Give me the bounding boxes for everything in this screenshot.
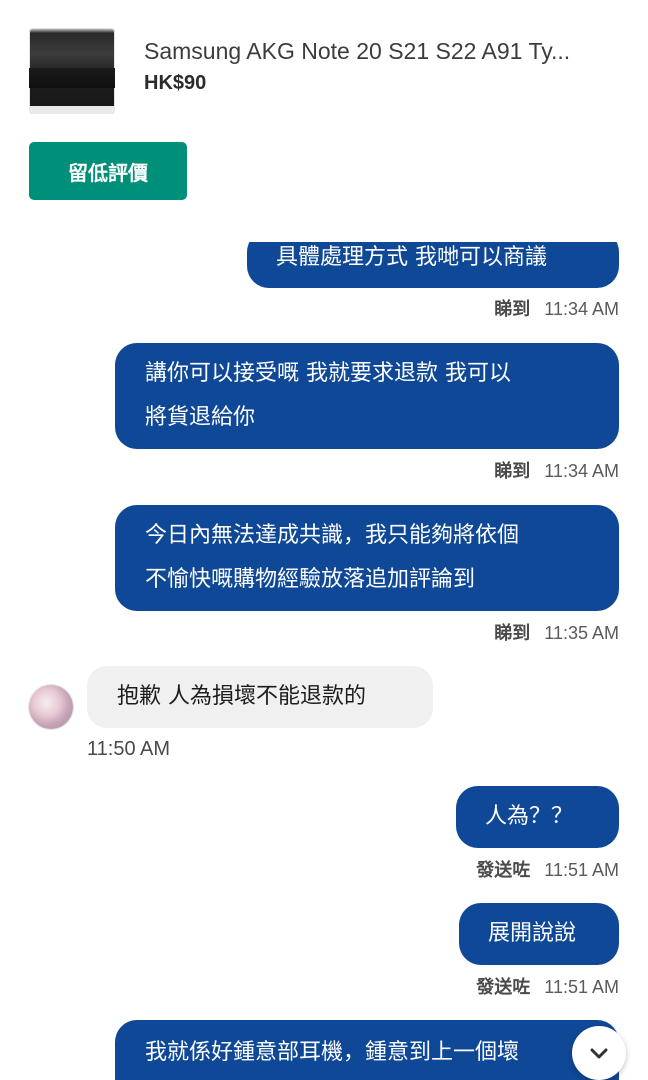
- message-meta: 睇到 11:34 AM: [494, 295, 619, 321]
- message-line: 今日內無法達成共識，我只能夠將依個: [145, 523, 520, 548]
- product-image-band: [29, 68, 115, 88]
- message-bubble-outgoing[interactable]: 我就係好鍾意部耳機，鍾意到上一個壞: [115, 1020, 619, 1080]
- message-line: 具體處理方式 我哋可以商議: [276, 245, 547, 270]
- listing-title[interactable]: Samsung AKG Note 20 S21 S22 A91 Ty...: [144, 38, 619, 65]
- listing-price: HK$90: [144, 72, 207, 94]
- message-line: 將貨退給你: [145, 405, 256, 430]
- message-time: 11:51 AM: [544, 977, 619, 997]
- message-meta: 睇到 11:34 AM: [494, 457, 619, 483]
- chevron-down-icon: [590, 1048, 608, 1059]
- product-image-ridge: [29, 106, 115, 114]
- message-line: 人為？？: [485, 804, 574, 829]
- message-status: 發送咗: [476, 860, 531, 881]
- message-bubble-incoming[interactable]: 抱歉 人為損壞不能退款的: [87, 666, 433, 728]
- message-line: 不愉快嘅購物經驗放落追加評論到: [145, 567, 476, 592]
- message-time: 11:34 AM: [544, 461, 619, 481]
- message-time: 11:51 AM: [544, 860, 619, 880]
- message-bubble-outgoing[interactable]: 講你可以接受嘅 我就要求退款 我可以 將貨退給你: [115, 343, 619, 449]
- chat-thread[interactable]: 具體處理方式 我哋可以商議 睇到 11:34 AM 講你可以接受嘅 我就要求退款…: [0, 242, 648, 1080]
- message-meta: 發送咗 11:51 AM: [476, 856, 619, 882]
- message-line: 我就係好鍾意部耳機，鍾意到上一個壞: [145, 1040, 520, 1065]
- message-bubble-outgoing[interactable]: 展開說說: [459, 903, 619, 965]
- message-line: 講你可以接受嘅 我就要求退款 我可以: [145, 361, 511, 386]
- message-status: 睇到: [494, 461, 531, 482]
- message-bubble-outgoing[interactable]: 人為？？: [456, 786, 619, 848]
- message-bubble-outgoing[interactable]: 今日內無法達成共識，我只能夠將依個 不愉快嘅購物經驗放落追加評論到: [115, 505, 619, 611]
- message-line: 抱歉 人為損壞不能退款的: [117, 684, 366, 709]
- message-time: 11:50 AM: [87, 738, 171, 760]
- message-line: 展開說說: [488, 921, 577, 946]
- listing-header[interactable]: Samsung AKG Note 20 S21 S22 A91 Ty... HK…: [0, 0, 648, 130]
- scroll-to-bottom-button[interactable]: [572, 1026, 626, 1080]
- message-status: 發送咗: [476, 977, 531, 998]
- message-status: 睇到: [494, 299, 531, 320]
- message-time: 11:34 AM: [544, 299, 619, 319]
- seller-avatar[interactable]: [29, 685, 73, 729]
- message-meta: 發送咗 11:51 AM: [476, 973, 619, 999]
- product-thumbnail[interactable]: [29, 28, 115, 114]
- leave-review-button[interactable]: 留低評價: [29, 142, 187, 200]
- message-meta: 睇到 11:35 AM: [494, 619, 619, 645]
- message-status: 睇到: [494, 623, 531, 644]
- message-time: 11:35 AM: [544, 623, 619, 643]
- message-bubble-outgoing[interactable]: 具體處理方式 我哋可以商議: [247, 242, 619, 288]
